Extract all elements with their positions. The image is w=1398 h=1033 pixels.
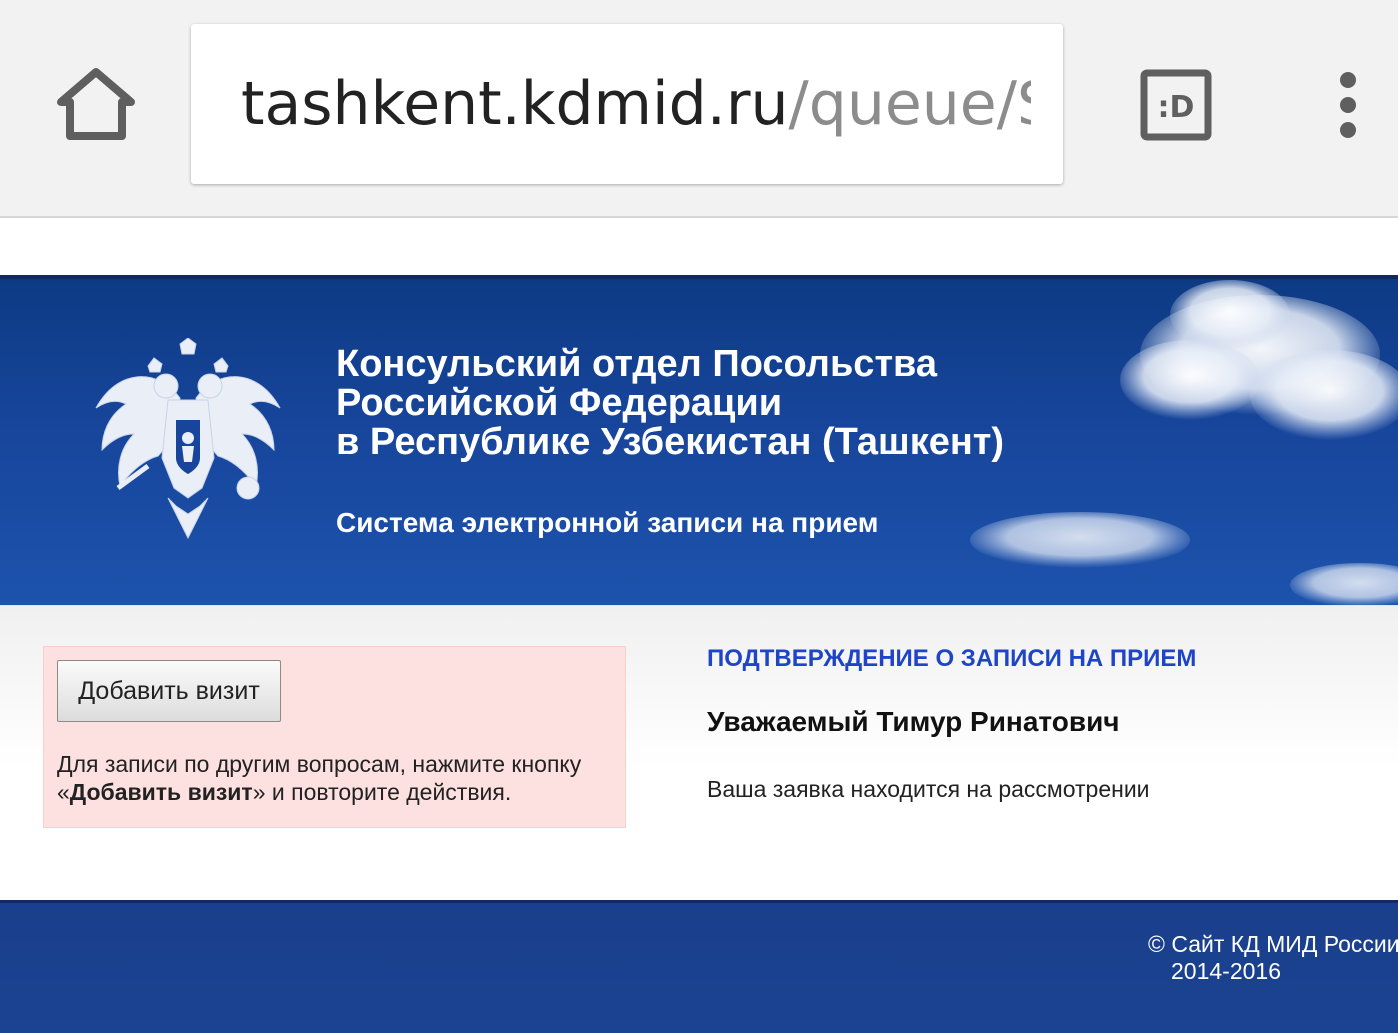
home-icon[interactable]	[55, 64, 137, 146]
greeting: Уважаемый Тимур Ринатович	[707, 706, 1120, 737]
banner-border	[0, 275, 1398, 279]
confirmation-heading: ПОДТВЕРЖДЕНИЕ О ЗАПИСИ НА ПРИЕМ	[707, 645, 1197, 672]
add-visit-hint: Для записи по другим вопросам, нажмите к…	[57, 750, 622, 806]
clouds-decoration	[970, 280, 1398, 605]
title-line-3: в Республике Узбекистан (Ташкент)	[336, 421, 1005, 463]
title-line-1: Консульский отдел Посольства	[336, 343, 938, 385]
address-bar[interactable]: tashkent.kdmid.ru/queue/SPQ	[191, 24, 1063, 184]
tab-switcher-label: :D	[1158, 90, 1195, 125]
title-line-2: Российской Федерации	[336, 382, 783, 424]
coat-of-arms-emblem	[88, 337, 288, 548]
url-path: /queue/SPQ	[788, 69, 1031, 139]
hint-bold: Добавить визит	[69, 779, 253, 805]
add-visit-button[interactable]: Добавить визит	[57, 660, 281, 722]
consulate-title: Консульский отдел Посольства Российской …	[336, 345, 1004, 462]
system-subtitle: Система электронной записи на прием	[336, 507, 879, 538]
footer-years: 2014-2016	[1171, 958, 1281, 984]
application-status: Ваша заявка находится на рассмотрении	[707, 776, 1150, 802]
url-text[interactable]: tashkent.kdmid.ru/queue/SPQ	[241, 68, 1031, 140]
tab-switcher-icon[interactable]: :D	[1140, 69, 1212, 141]
footer-copyright: © Сайт КД МИД России	[1148, 931, 1398, 957]
hint-text-2: » и повторите действия.	[252, 779, 512, 805]
overflow-menu-icon[interactable]	[1330, 70, 1366, 140]
url-host: tashkent.kdmid.ru	[241, 69, 789, 139]
